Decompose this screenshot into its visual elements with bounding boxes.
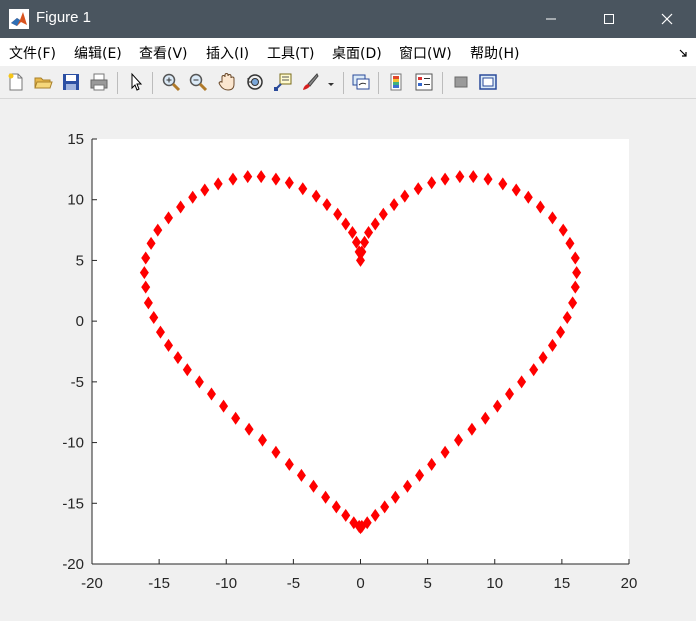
y-tick-label: 0 bbox=[76, 313, 84, 330]
y-tick-label: -10 bbox=[62, 435, 84, 452]
dock-arrow-icon[interactable] bbox=[679, 48, 689, 58]
x-tick-label: 15 bbox=[554, 575, 571, 592]
x-tick-label: -10 bbox=[215, 575, 237, 592]
menu-file[interactable]: 文件(F) bbox=[9, 43, 56, 63]
menu-bar: 文件(F) 编辑(E) 查看(V) 插入(I) 工具(T) 桌面(D) 窗口(W… bbox=[0, 38, 696, 66]
insert-colorbar-icon[interactable] bbox=[386, 72, 406, 92]
brush-icon[interactable] bbox=[300, 72, 320, 92]
toolbar-separator bbox=[343, 72, 344, 94]
menu-help[interactable]: 帮助(H) bbox=[470, 43, 519, 63]
menu-tools[interactable]: 工具(T) bbox=[267, 43, 314, 63]
x-tick-label: 0 bbox=[356, 575, 364, 592]
toolbar bbox=[0, 66, 696, 99]
toolbar-separator bbox=[117, 72, 118, 94]
x-tick-label: -15 bbox=[148, 575, 170, 592]
y-tick-label: 10 bbox=[67, 192, 84, 209]
data-cursor-icon[interactable] bbox=[273, 72, 293, 92]
insert-legend-icon[interactable] bbox=[414, 72, 434, 92]
axes-background bbox=[92, 139, 629, 564]
link-plot-icon[interactable] bbox=[351, 72, 371, 92]
maximize-button[interactable] bbox=[586, 0, 632, 38]
menu-view[interactable]: 查看(V) bbox=[139, 43, 188, 63]
open-file-icon[interactable] bbox=[33, 72, 53, 92]
x-tick-label: 5 bbox=[423, 575, 431, 592]
figure-canvas: -20 -15 -10 -5 0 5 10 15 20 15 10 5 0 -5 -10 -15 -20 bbox=[62, 131, 638, 592]
toolbar-separator bbox=[442, 72, 443, 94]
save-icon[interactable] bbox=[61, 72, 81, 92]
x-tick-label: 20 bbox=[621, 575, 638, 592]
close-button[interactable] bbox=[644, 0, 690, 38]
x-tick-label: 10 bbox=[486, 575, 503, 592]
window-title: Figure 1 bbox=[36, 9, 92, 26]
brush-dropdown-icon[interactable] bbox=[326, 72, 336, 92]
minimize-icon bbox=[546, 18, 556, 20]
new-figure-icon[interactable] bbox=[6, 72, 26, 92]
maximize-icon bbox=[604, 14, 614, 24]
edit-plot-arrow-icon[interactable] bbox=[126, 72, 146, 92]
toolbar-separator bbox=[152, 72, 153, 94]
zoom-in-icon[interactable] bbox=[161, 72, 181, 92]
y-tick-label: 5 bbox=[76, 252, 84, 269]
print-icon[interactable] bbox=[89, 72, 109, 92]
rotate-3d-icon[interactable] bbox=[245, 72, 265, 92]
menu-insert[interactable]: 插入(I) bbox=[206, 43, 249, 63]
y-tick-label: 15 bbox=[67, 131, 84, 148]
toolbar-separator bbox=[378, 72, 379, 94]
show-plot-tools-icon[interactable] bbox=[478, 72, 498, 92]
hide-plot-tools-icon[interactable] bbox=[451, 72, 471, 92]
close-icon bbox=[661, 13, 673, 25]
title-bar: Figure 1 bbox=[0, 0, 696, 38]
minimize-button[interactable] bbox=[528, 0, 574, 38]
y-tick-label: -20 bbox=[62, 556, 84, 573]
menu-window[interactable]: 窗口(W) bbox=[399, 43, 452, 63]
pan-hand-icon[interactable] bbox=[217, 72, 237, 92]
x-tick-label: -20 bbox=[81, 575, 103, 592]
x-tick-label: -5 bbox=[287, 575, 300, 592]
matlab-logo-icon bbox=[9, 9, 29, 29]
menu-desktop[interactable]: 桌面(D) bbox=[332, 43, 382, 63]
y-tick-label: -15 bbox=[62, 495, 84, 512]
zoom-out-icon[interactable] bbox=[188, 72, 208, 92]
menu-edit[interactable]: 编辑(E) bbox=[74, 43, 122, 63]
y-tick-label: -5 bbox=[71, 374, 84, 391]
